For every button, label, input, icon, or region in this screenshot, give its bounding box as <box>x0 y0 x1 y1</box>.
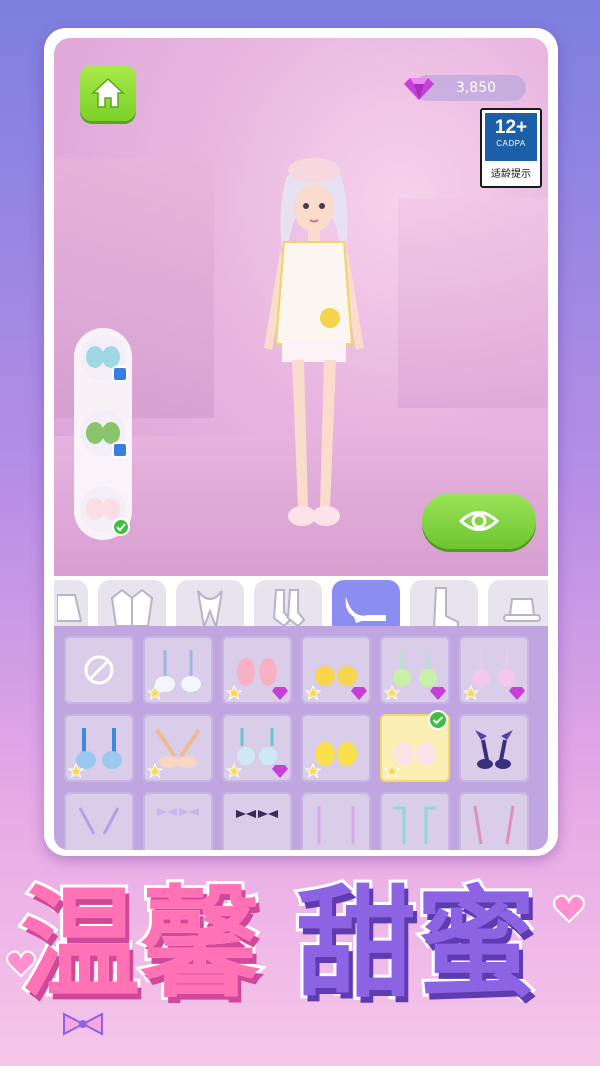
rose-straps-icon <box>473 805 515 845</box>
jacket-icon <box>110 588 154 627</box>
gem-count: 3,850 <box>455 80 497 96</box>
star-icon <box>226 685 242 701</box>
age-rating-tip: 适龄提示 <box>491 169 531 180</box>
black-bow-heels-icon <box>236 810 278 818</box>
star-icon <box>384 685 400 701</box>
star-icon <box>305 685 321 701</box>
item-lavender-ribbon[interactable] <box>64 792 134 850</box>
diamond-icon <box>404 78 434 100</box>
item-grid-area <box>54 626 548 850</box>
socks-icon <box>272 589 306 628</box>
item-blue-fur[interactable] <box>64 714 134 782</box>
age-rating-label: 12+ <box>494 117 528 138</box>
age-rating-badge: 12+ CADPA 适龄提示 <box>480 108 542 188</box>
title-part1: 温馨 <box>17 875 263 1014</box>
item-none[interactable] <box>64 636 134 704</box>
item-green-puff[interactable] <box>380 636 450 704</box>
skirt-icon <box>57 594 83 622</box>
diamond-icon <box>430 687 446 700</box>
bow-heels-icon <box>157 808 199 816</box>
character-avatar <box>264 158 364 526</box>
item-bunny-pink-slippers[interactable] <box>380 710 450 782</box>
age-rating-org: CADPA <box>496 139 526 148</box>
star-icon <box>384 763 400 779</box>
gothic-heels-icon <box>475 730 513 769</box>
recent-items-panel <box>74 328 132 540</box>
check-icon <box>112 518 130 536</box>
diamond-icon <box>272 765 288 778</box>
item-chick-slippers[interactable] <box>301 714 371 782</box>
diamond-icon <box>272 687 288 700</box>
item-pink-puff[interactable] <box>459 636 529 704</box>
game-stage: 3,850 12+ CADPA 适龄提示 <box>44 28 558 856</box>
check-icon <box>428 710 448 730</box>
diamond-icon <box>351 687 367 700</box>
item-bunny-slippers[interactable] <box>222 636 292 704</box>
item-cat-slippers[interactable] <box>143 636 213 704</box>
star-icon <box>305 763 321 779</box>
item-teal-straps[interactable] <box>380 792 450 850</box>
item-ribbon-heels[interactable] <box>143 714 213 782</box>
pink-straps-icon <box>317 806 355 844</box>
item-gothic-heels[interactable] <box>459 714 529 782</box>
heels-icon <box>345 597 386 623</box>
star-icon <box>147 763 163 779</box>
lavender-ribbon-icon <box>78 807 120 835</box>
item-black-bow-heels[interactable] <box>222 792 292 850</box>
item-duck-slippers[interactable] <box>301 636 371 704</box>
preview-toggle-button[interactable] <box>422 493 536 549</box>
bow-icon <box>63 1012 103 1036</box>
side-item-pink-slippers[interactable] <box>80 486 130 536</box>
title-part2: 甜蜜 <box>293 875 539 1014</box>
star-icon <box>147 685 163 701</box>
teal-straps-icon <box>394 806 436 844</box>
dressing-room-scene: 3,850 12+ CADPA 适龄提示 <box>54 38 548 576</box>
diamond-icon <box>509 687 525 700</box>
side-item-teal-slippers[interactable] <box>80 334 128 382</box>
home-button[interactable] <box>80 65 136 121</box>
star-icon <box>226 763 242 779</box>
item-pom-heels[interactable] <box>222 714 292 782</box>
blue-tag-icon <box>112 442 128 458</box>
boots-icon <box>432 587 459 629</box>
star-icon <box>68 763 84 779</box>
item-pink-straps[interactable] <box>301 792 371 850</box>
item-bow-heels[interactable] <box>143 792 213 850</box>
item-grid <box>64 636 529 850</box>
eye-icon <box>459 511 499 531</box>
star-icon <box>463 685 479 701</box>
none-icon <box>84 655 114 685</box>
blue-tag-icon <box>112 366 128 382</box>
item-rose-straps[interactable] <box>459 792 529 850</box>
heart-icon <box>553 894 585 924</box>
side-item-green-slippers[interactable] <box>80 410 128 458</box>
hat-icon <box>503 598 541 622</box>
scarf-icon <box>197 590 223 629</box>
home-icon <box>91 77 125 108</box>
